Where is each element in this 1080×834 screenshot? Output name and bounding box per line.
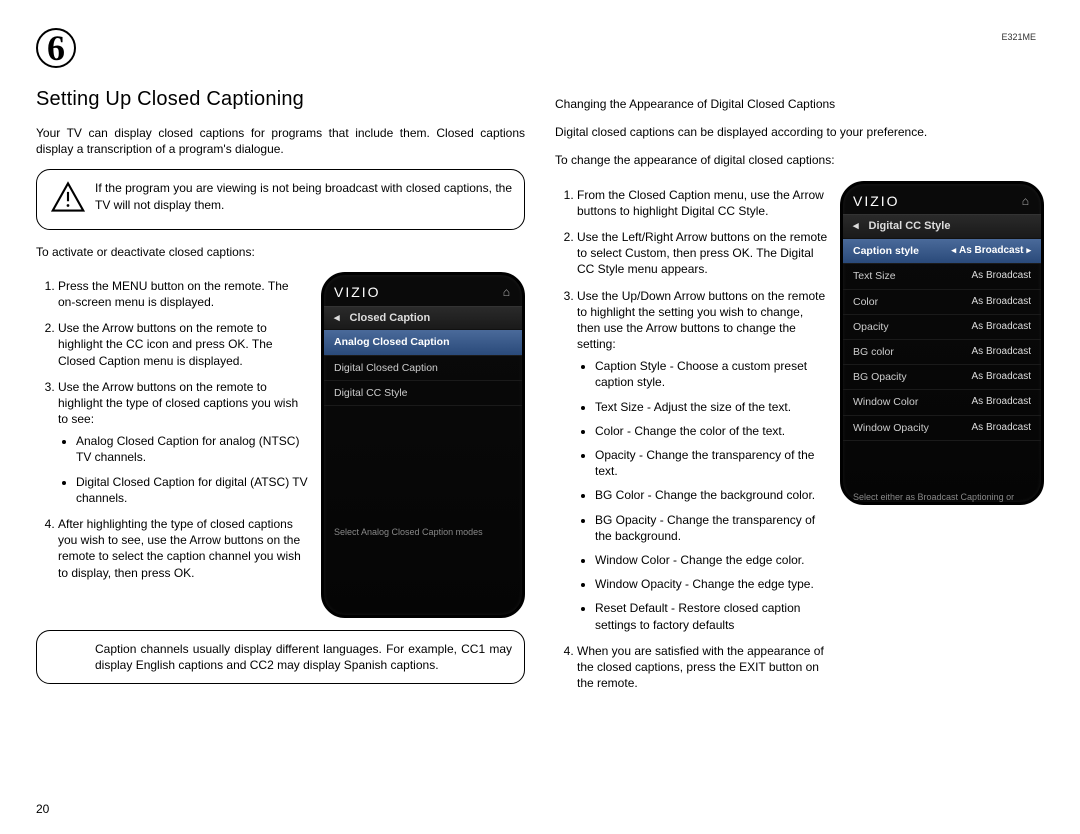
home-icon: ⌂: [1022, 193, 1031, 209]
menu-title: Closed Caption: [324, 306, 522, 331]
bullet: Reset Default - Restore closed caption s…: [595, 600, 828, 632]
warning-text: If the program you are viewing is not be…: [95, 180, 512, 218]
left-column: 6 Setting Up Closed Captioning Your TV c…: [36, 28, 525, 701]
cc-menu-screenshot: VIZIO ⌂ Closed Caption Analog Closed Cap…: [321, 272, 525, 618]
menu-tip: Select Analog Closed Caption modes: [324, 406, 522, 568]
cc-style-menu-screenshot: VIZIO ⌂ Digital CC Style Caption styleAs…: [840, 181, 1044, 505]
warning-box: If the program you are viewing is not be…: [36, 169, 525, 229]
menu-row: Window ColorAs Broadcast: [843, 390, 1041, 415]
bullet: Window Opacity - Change the edge type.: [595, 576, 828, 592]
intro-text: Your TV can display closed captions for …: [36, 125, 525, 157]
menu-row: Caption styleAs Broadcast: [843, 239, 1041, 264]
bullet: BG Color - Change the background color.: [595, 487, 828, 503]
model-number: E321ME: [1001, 32, 1036, 42]
intro-text: Digital closed captions can be displayed…: [555, 124, 1044, 140]
menu-brand: VIZIO: [853, 192, 900, 211]
step: After highlighting the type of closed ca…: [58, 516, 309, 581]
menu-row: OpacityAs Broadcast: [843, 315, 1041, 340]
bullet: Caption Style - Choose a custom preset c…: [595, 358, 828, 390]
step: From the Closed Caption menu, use the Ar…: [577, 187, 828, 219]
menu-row: BG OpacityAs Broadcast: [843, 365, 1041, 390]
step: Use the Arrow buttons on the remote to h…: [58, 320, 309, 369]
steps-right: From the Closed Caption menu, use the Ar…: [555, 187, 828, 702]
menu-title: Digital CC Style: [843, 214, 1041, 239]
warning-icon: [51, 180, 85, 218]
menu-item-style: Digital CC Style: [324, 381, 522, 406]
section-heading: Setting Up Closed Captioning: [36, 86, 525, 113]
info-text: Caption channels usually display differe…: [95, 641, 512, 673]
menu-brand: VIZIO: [334, 283, 381, 302]
menu-tip: Select either as Broadcast Captioning or…: [843, 441, 1041, 505]
right-column: Changing the Appearance of Digital Close…: [555, 28, 1044, 701]
bullet: Opacity - Change the transparency of the…: [595, 447, 828, 479]
menu-item-analog: Analog Closed Caption: [324, 330, 522, 355]
menu-row: Window OpacityAs Broadcast: [843, 416, 1041, 441]
subheading: Changing the Appearance of Digital Close…: [555, 96, 1044, 112]
activate-intro: To activate or deactivate closed caption…: [36, 244, 525, 260]
info-box: Caption channels usually display differe…: [36, 630, 525, 684]
page-number: 20: [36, 802, 49, 816]
steps-left: Press the MENU button on the remote. The…: [36, 278, 309, 591]
step: Use the Left/Right Arrow buttons on the …: [577, 229, 828, 278]
bullet: Analog Closed Caption for analog (NTSC) …: [76, 433, 309, 465]
bullet: Digital Closed Caption for digital (ATSC…: [76, 474, 309, 506]
bullet: Window Color - Change the edge color.: [595, 552, 828, 568]
step: Use the Arrow buttons on the remote to h…: [58, 379, 309, 506]
bullet: Color - Change the color of the text.: [595, 423, 828, 439]
menu-row: Text SizeAs Broadcast: [843, 264, 1041, 289]
menu-item-digital: Digital Closed Caption: [324, 356, 522, 381]
step-text: Use the Arrow buttons on the remote to h…: [58, 380, 298, 426]
step: Use the Up/Down Arrow buttons on the rem…: [577, 288, 828, 633]
step: When you are satisfied with the appearan…: [577, 643, 828, 692]
menu-row: ColorAs Broadcast: [843, 290, 1041, 315]
step-text: Use the Up/Down Arrow buttons on the rem…: [577, 289, 825, 352]
menu-row: BG colorAs Broadcast: [843, 340, 1041, 365]
bullet: Text Size - Adjust the size of the text.: [595, 399, 828, 415]
home-icon: ⌂: [503, 284, 512, 300]
bullet: BG Opacity - Change the transparency of …: [595, 512, 828, 544]
change-intro: To change the appearance of digital clos…: [555, 152, 1044, 168]
step: Press the MENU button on the remote. The…: [58, 278, 309, 310]
chapter-badge: 6: [36, 28, 76, 68]
